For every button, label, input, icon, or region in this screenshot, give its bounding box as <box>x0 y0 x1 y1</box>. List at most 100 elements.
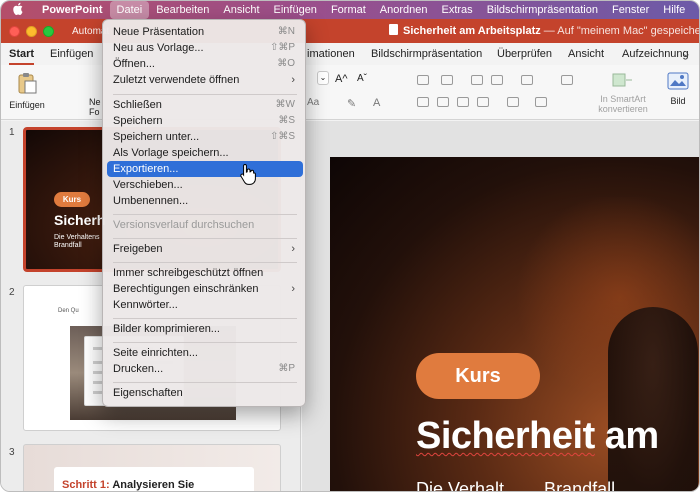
tab-ueberpruefen[interactable]: Überprüfen <box>497 43 552 65</box>
menu-item-neue-praesentation[interactable]: Neue Präsentation ⌘N <box>107 24 303 40</box>
picture-button[interactable]: Bild <box>661 71 695 106</box>
step-text: Analysieren Sie <box>109 479 195 491</box>
menu-item-bilder-komprimieren[interactable]: Bilder komprimieren... <box>107 321 303 337</box>
menu-bildschirmpraesentation[interactable]: Bildschirmpräsentation <box>480 1 605 19</box>
justify-icon[interactable] <box>477 97 489 107</box>
menu-item-neu-aus-vorlage[interactable]: Neu aus Vorlage... ⇧⌘P <box>107 40 303 56</box>
menu-item-oeffnen[interactable]: Öffnen... ⌘O <box>107 56 303 72</box>
menu-separator <box>113 214 297 215</box>
text-direction-icon[interactable] <box>561 75 573 85</box>
menu-separator <box>113 262 297 263</box>
align-center-icon[interactable] <box>437 97 449 107</box>
menu-fenster[interactable]: Fenster <box>605 1 656 19</box>
line-spacing-icon[interactable] <box>521 75 533 85</box>
smartart-label-1: In SmartArt <box>600 94 646 104</box>
convert-to-smartart-button[interactable]: In SmartArt konvertieren <box>595 71 651 114</box>
font-color-icon[interactable]: A <box>373 97 380 109</box>
menu-shortcut: ⌘P <box>278 363 295 374</box>
menu-item-label: Versionsverlauf durchsuchen <box>113 219 255 231</box>
menu-item-label: Seite einrichten... <box>113 347 198 359</box>
apple-logo-icon[interactable] <box>1 2 35 18</box>
course-badge[interactable]: Kurs <box>416 353 540 399</box>
menu-item-umbenennen[interactable]: Umbenennen... <box>107 193 303 209</box>
menu-item-als-vorlage-speichern[interactable]: Als Vorlage speichern... <box>107 145 303 161</box>
menu-item-berechtigungen[interactable]: Berechtigungen einschränken › <box>107 281 303 297</box>
menu-item-schreibgeschuetzt[interactable]: Immer schreibgeschützt öffnen <box>107 265 303 281</box>
menu-item-seite-einrichten[interactable]: Seite einrichten... <box>107 345 303 361</box>
new-slide-button[interactable]: Ne Fo <box>89 97 103 117</box>
menu-hilfe[interactable]: Hilfe <box>656 1 692 19</box>
firefighter-silhouette <box>608 307 698 491</box>
menu-ansicht[interactable]: Ansicht <box>216 1 266 19</box>
menu-separator <box>113 318 297 319</box>
increase-indent-icon[interactable] <box>491 75 503 85</box>
menu-item-label: Speichern <box>113 115 163 127</box>
slide-editor[interactable]: Kurs Sicherheit am Die Verhalt ...... Br… <box>302 121 699 491</box>
document-title[interactable]: Sicherheit am Arbeitsplatz — Auf "meinem… <box>389 19 700 43</box>
minimize-window-button[interactable] <box>26 25 37 37</box>
menu-item-verschieben[interactable]: Verschieben... <box>107 177 303 193</box>
highlight-color-icon[interactable]: ✎ <box>347 97 356 110</box>
slide-title[interactable]: Sicherheit am <box>416 415 659 458</box>
menu-datei[interactable]: Datei <box>109 1 150 19</box>
smartart-label-2: konvertieren <box>598 104 648 114</box>
tab-einfuegen[interactable]: Einfügen <box>50 43 93 65</box>
slide-thumbnail-3[interactable]: Schritt 1: Analysieren Sie <box>23 444 281 491</box>
menu-extras[interactable]: Extras <box>435 1 480 19</box>
menu-shortcut: ⌘O <box>277 58 295 69</box>
menu-anordnen[interactable]: Anordnen <box>373 1 435 19</box>
align-right-icon[interactable] <box>457 97 469 107</box>
tab-aufzeichnung[interactable]: Aufzeichnung <box>622 43 689 65</box>
thumbnail-heading: Den Qu <box>58 308 79 314</box>
thumbnail-subtitle: Die Verhaltens Brandfall <box>54 234 100 250</box>
menu-bearbeiten[interactable]: Bearbeiten <box>149 1 216 19</box>
menu-item-exportieren[interactable]: Exportieren... <box>107 161 303 177</box>
zoom-window-button[interactable] <box>43 25 54 37</box>
numbering-icon[interactable] <box>441 75 453 85</box>
macos-menu-bar: PowerPoint Datei Bearbeiten Ansicht Einf… <box>1 1 699 19</box>
document-save-location: — Auf "meinem Mac" gespeichert <box>540 25 700 37</box>
menu-item-eigenschaften[interactable]: Eigenschaften <box>107 385 303 401</box>
powerpoint-window: PowerPoint Datei Bearbeiten Ansicht Einf… <box>0 0 700 492</box>
menu-item-kennwoerter[interactable]: Kennwörter... <box>107 297 303 313</box>
menu-item-speichern[interactable]: Speichern ⌘S <box>107 113 303 129</box>
tab-start[interactable]: Start <box>9 43 35 65</box>
slide-subtitle[interactable]: Die Verhalt ...... Brandfall <box>416 479 615 491</box>
ribbon-collapse-icon[interactable]: ⌄ <box>682 47 691 60</box>
menu-powerpoint[interactable]: PowerPoint <box>35 1 110 19</box>
document-name: Sicherheit am Arbeitsplatz <box>403 25 541 37</box>
menu-item-label: Berechtigungen einschränken <box>113 283 259 295</box>
bullets-icon[interactable] <box>417 75 429 85</box>
smartart-icon <box>612 73 632 87</box>
align-text-icon[interactable] <box>535 97 547 107</box>
close-window-button[interactable] <box>9 25 20 37</box>
slide-title-rest: am <box>594 415 659 457</box>
picture-icon <box>667 72 689 90</box>
menu-einfuegen[interactable]: Einfügen <box>267 1 324 19</box>
align-left-icon[interactable] <box>417 97 429 107</box>
font-size-dropdown[interactable]: ⌄ <box>317 71 329 85</box>
tab-animationen[interactable]: imationen <box>307 43 355 65</box>
datei-menu: Neue Präsentation ⌘N Neu aus Vorlage... ⇧⌘… <box>102 19 306 407</box>
paste-button[interactable]: Einfügen <box>7 71 47 110</box>
change-case-button[interactable]: Aa <box>307 97 319 108</box>
grow-font-button[interactable]: A^ <box>335 73 348 85</box>
menu-format[interactable]: Format <box>324 1 373 19</box>
menu-item-zuletzt-verwendete[interactable]: Zuletzt verwendete öffnen › <box>107 72 303 88</box>
tab-ansicht[interactable]: Ansicht <box>568 43 604 65</box>
menu-item-freigeben[interactable]: Freigeben › <box>107 241 303 257</box>
menu-item-versionsverlauf: Versionsverlauf durchsuchen <box>107 217 303 233</box>
menu-item-drucken[interactable]: Drucken... ⌘P <box>107 361 303 377</box>
slide-title-word: Sicherheit <box>416 415 595 457</box>
current-slide[interactable]: Kurs Sicherheit am Die Verhalt ...... Br… <box>330 157 699 491</box>
columns-icon[interactable] <box>507 97 519 107</box>
decrease-indent-icon[interactable] <box>471 75 483 85</box>
menu-item-schliessen[interactable]: Schließen ⌘W <box>107 97 303 113</box>
menu-item-speichern-unter[interactable]: Speichern unter... ⇧⌘S <box>107 129 303 145</box>
tab-bildschirmpraesentation[interactable]: Bildschirmpräsentation <box>371 43 482 65</box>
thumbnail-subtitle-line-2: Brandfall <box>54 242 82 249</box>
new-slide-label-1: Ne <box>89 97 101 107</box>
shrink-font-button[interactable]: Aˇ <box>357 73 367 84</box>
menu-shortcut: ⇧⌘S <box>269 131 295 142</box>
menu-shortcut: ⌘W <box>275 99 295 110</box>
